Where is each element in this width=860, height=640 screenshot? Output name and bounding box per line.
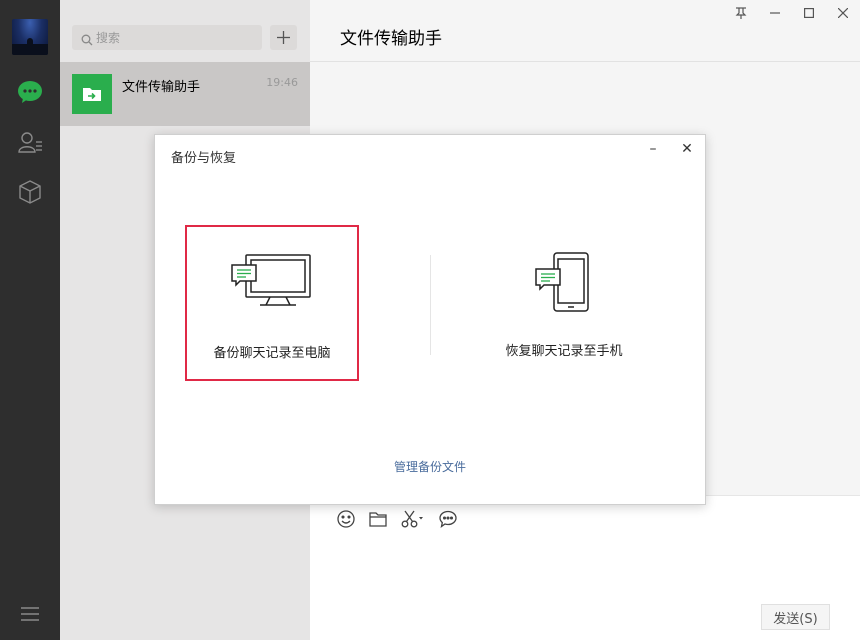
avatar[interactable] (12, 19, 48, 55)
backup-to-pc-option[interactable]: 备份聊天记录至电脑 (185, 225, 359, 381)
chat-title: 文件传输助手 (340, 29, 442, 49)
avatar-person (27, 38, 33, 47)
input-toolbar (336, 509, 458, 529)
backup-restore-dialog: 备份与恢复 – ✕ 备份聊天记录至电脑 恢复聊天记录至手机 管理备份文件 (154, 134, 706, 505)
cube-icon[interactable] (16, 178, 44, 206)
phone-icon (477, 251, 651, 313)
send-button[interactable]: 发送(S) (761, 604, 830, 630)
dialog-close-button[interactable]: ✕ (677, 141, 697, 159)
menu-icon[interactable] (16, 600, 44, 628)
monitor-icon (187, 253, 357, 309)
restore-to-phone-option[interactable]: 恢复聊天记录至手机 (477, 225, 651, 381)
file-transfer-icon (72, 74, 112, 114)
search-box[interactable] (72, 25, 262, 50)
scissors-icon[interactable] (400, 509, 426, 529)
contacts-icon[interactable] (16, 128, 44, 156)
dialog-minimize-button[interactable]: – (643, 141, 663, 159)
window-controls (724, 0, 860, 26)
maximize-icon[interactable] (792, 0, 826, 26)
chat-name: 文件传输助手 (122, 80, 201, 95)
emoji-icon[interactable] (336, 509, 356, 529)
manage-backup-link[interactable]: 管理备份文件 (155, 458, 705, 475)
options-divider (430, 255, 431, 355)
search-input[interactable] (96, 25, 256, 50)
add-chat-button[interactable] (270, 25, 297, 50)
restore-label: 恢复聊天记录至手机 (505, 344, 623, 359)
search-icon (81, 31, 93, 50)
chat-time: 19:46 (266, 76, 298, 89)
pin-icon[interactable] (724, 0, 758, 26)
chat-bubble-icon[interactable] (438, 509, 458, 529)
backup-label: 备份聊天记录至电脑 (213, 346, 331, 361)
minimize-icon[interactable] (758, 0, 792, 26)
chat-icon[interactable] (16, 78, 44, 106)
folder-icon[interactable] (368, 509, 388, 529)
message-input-area[interactable]: 发送(S) (310, 495, 860, 640)
chat-list-item[interactable]: 文件传输助手 19:46 (60, 62, 310, 126)
left-nav-bar (0, 0, 60, 640)
plus-icon (277, 31, 290, 44)
close-icon[interactable] (826, 0, 860, 26)
chat-header: 文件传输助手 (310, 0, 860, 62)
dialog-title: 备份与恢复 (171, 151, 237, 166)
